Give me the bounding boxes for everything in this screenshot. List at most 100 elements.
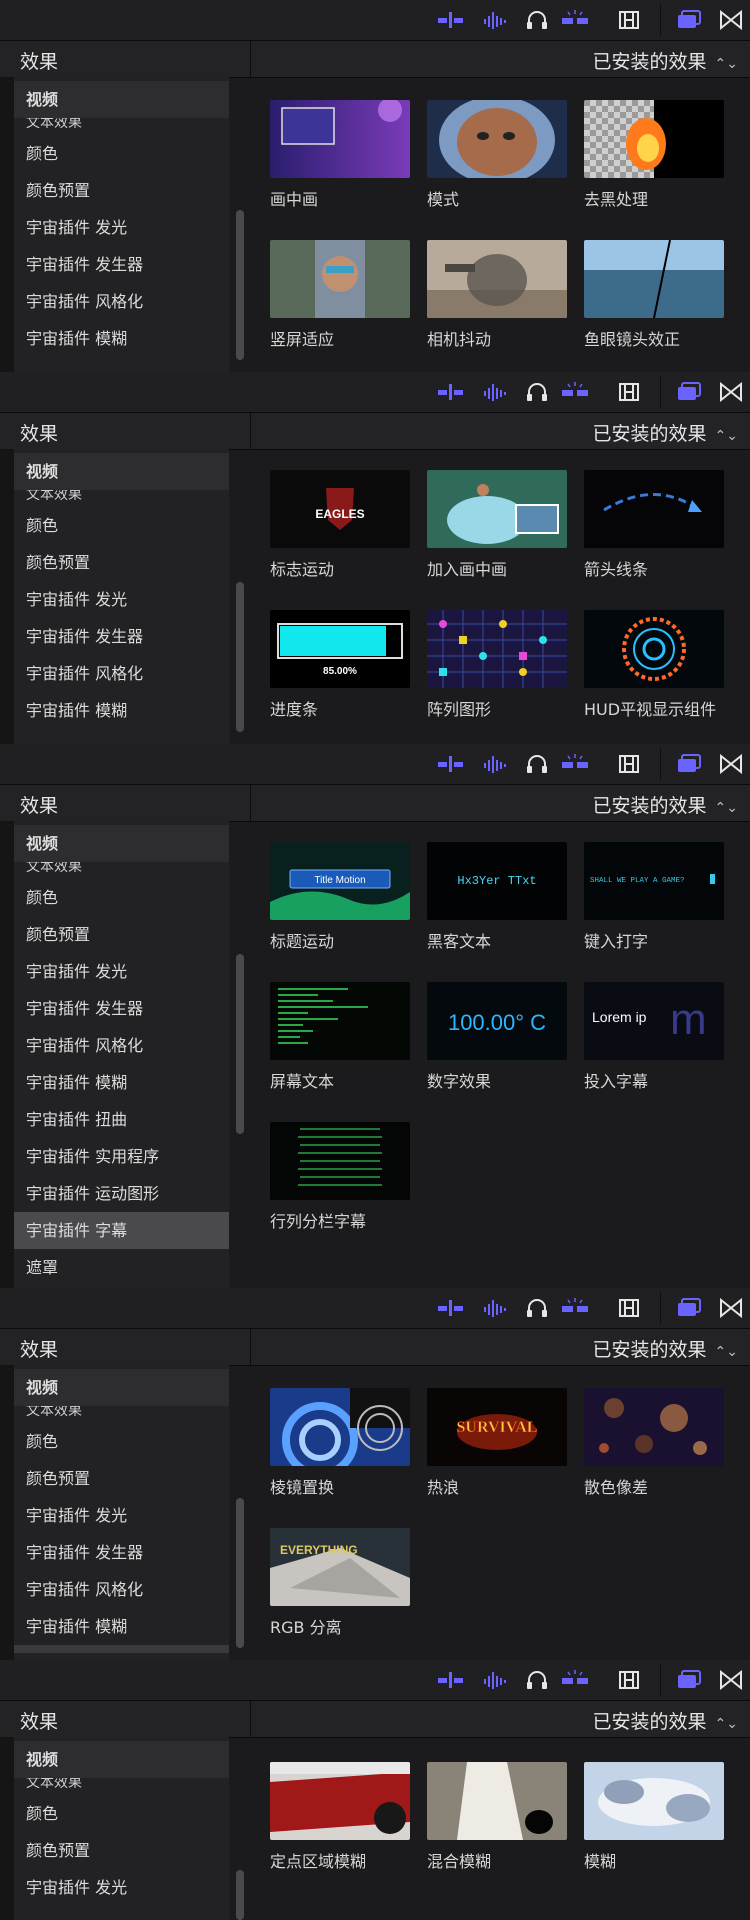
sidebar-scrollbar[interactable] bbox=[236, 954, 244, 1134]
effect-tile[interactable]: 去黑处理 bbox=[584, 100, 726, 210]
effects-filter-select[interactable]: 已安装的效果 ⌃⌄ bbox=[593, 47, 738, 74]
sidebar-item-glow[interactable]: 宇宙插件 发光 bbox=[14, 1869, 229, 1906]
effect-tile[interactable]: 模式 bbox=[427, 100, 569, 210]
effect-tile[interactable]: Title Motion 标题运动 bbox=[270, 842, 412, 952]
sidebar-item-color[interactable]: 颜色 bbox=[14, 1423, 229, 1460]
sidebar-item-video[interactable]: 视频 bbox=[14, 1369, 229, 1406]
effect-tile[interactable]: 100.00° C 数字效果 bbox=[427, 982, 569, 1092]
sidebar-item-generator[interactable]: 宇宙插件 发生器 bbox=[14, 1534, 229, 1571]
sidebar-item-blur[interactable]: 宇宙插件 模糊 bbox=[14, 1064, 229, 1101]
sidebar-item-stylize[interactable]: 宇宙插件 风格化 bbox=[14, 1027, 229, 1064]
audio-meter-icon[interactable] bbox=[438, 1670, 464, 1690]
sidebar-item-video[interactable]: 视频 bbox=[14, 825, 229, 862]
sidebar-item-text-effects[interactable]: 文本效果 bbox=[26, 1406, 82, 1416]
sidebar-item-stylize[interactable]: 宇宙插件 风格化 bbox=[14, 655, 229, 692]
transitions-icon[interactable] bbox=[718, 753, 744, 775]
effect-tile[interactable]: 鱼眼镜头效正 bbox=[584, 240, 726, 350]
sidebar-item-partial[interactable] bbox=[14, 1645, 229, 1653]
snapping-icon[interactable] bbox=[562, 754, 588, 774]
effects-filter-select[interactable]: 已安装的效果 ⌃⌄ bbox=[593, 1707, 738, 1734]
browser-toggle-icon[interactable] bbox=[676, 382, 702, 402]
headphones-icon[interactable] bbox=[524, 1670, 550, 1690]
audio-meter-icon[interactable] bbox=[438, 1298, 464, 1318]
sidebar-item-video[interactable]: 视频 bbox=[14, 1741, 229, 1778]
sidebar-item-blur[interactable]: 宇宙插件 模糊 bbox=[14, 1608, 229, 1645]
sidebar-item-color[interactable]: 颜色 bbox=[14, 507, 229, 544]
sidebar-item-color[interactable]: 颜色 bbox=[14, 1795, 229, 1832]
effect-tile[interactable]: 阵列图形 bbox=[427, 610, 569, 720]
effects-filter-select[interactable]: 已安装的效果 ⌃⌄ bbox=[593, 419, 738, 446]
effect-tile[interactable]: EVERYTHING RGB 分离 bbox=[270, 1528, 412, 1638]
sidebar-item-generator[interactable]: 宇宙插件 发生器 bbox=[14, 246, 229, 283]
snapping-icon[interactable] bbox=[562, 10, 588, 30]
sidebar-item-color[interactable]: 颜色 bbox=[14, 879, 229, 916]
sidebar-item-blur[interactable]: 宇宙插件 模糊 bbox=[14, 320, 229, 357]
audio-meter-icon[interactable] bbox=[438, 382, 464, 402]
effect-tile[interactable]: 散色像差 bbox=[584, 1388, 726, 1498]
film-icon[interactable] bbox=[616, 10, 642, 30]
sidebar-scrollbar[interactable] bbox=[236, 1870, 244, 1920]
waveform-icon[interactable] bbox=[482, 1298, 508, 1318]
headphones-icon[interactable] bbox=[524, 754, 550, 774]
film-icon[interactable] bbox=[616, 754, 642, 774]
effect-tile[interactable]: 模糊 bbox=[584, 1762, 726, 1872]
sidebar-item-color-presets[interactable]: 颜色预置 bbox=[14, 916, 229, 953]
sidebar-item-text-effects[interactable]: 文本效果 bbox=[26, 1778, 82, 1788]
sidebar-scrollbar[interactable] bbox=[236, 1498, 244, 1648]
effect-tile[interactable]: HUD平视显示组件 bbox=[584, 610, 726, 720]
effects-filter-select[interactable]: 已安装的效果 ⌃⌄ bbox=[593, 791, 738, 818]
sidebar-item-generator[interactable]: 宇宙插件 发生器 bbox=[14, 618, 229, 655]
transitions-icon[interactable] bbox=[718, 1669, 744, 1691]
browser-toggle-icon[interactable] bbox=[676, 754, 702, 774]
browser-toggle-icon[interactable] bbox=[676, 10, 702, 30]
sidebar-item-glow[interactable]: 宇宙插件 发光 bbox=[14, 581, 229, 618]
effect-tile[interactable]: EAGLES 标志运动 bbox=[270, 470, 412, 580]
sidebar-item-mask[interactable]: 遮罩 bbox=[14, 1249, 229, 1286]
sidebar-item-color-presets[interactable]: 颜色预置 bbox=[14, 172, 229, 209]
effect-tile[interactable]: 混合模糊 bbox=[427, 1762, 569, 1872]
effect-tile[interactable]: 箭头线条 bbox=[584, 470, 726, 580]
browser-toggle-icon[interactable] bbox=[676, 1670, 702, 1690]
effect-tile[interactable]: 画中画 bbox=[270, 100, 412, 210]
film-icon[interactable] bbox=[616, 382, 642, 402]
film-icon[interactable] bbox=[616, 1298, 642, 1318]
sidebar-item-motion-graphics[interactable]: 宇宙插件 运动图形 bbox=[14, 1175, 229, 1212]
transitions-icon[interactable] bbox=[718, 9, 744, 31]
sidebar-item-utilities[interactable]: 宇宙插件 实用程序 bbox=[14, 1138, 229, 1175]
transitions-icon[interactable] bbox=[718, 1297, 744, 1319]
snapping-icon[interactable] bbox=[562, 1670, 588, 1690]
effect-tile[interactable]: m Lorem ip 投入字幕 bbox=[584, 982, 726, 1092]
effect-tile[interactable]: 竖屏适应 bbox=[270, 240, 412, 350]
sidebar-item-text-effects[interactable]: 文本效果 bbox=[26, 862, 82, 872]
waveform-icon[interactable] bbox=[482, 754, 508, 774]
waveform-icon[interactable] bbox=[482, 1670, 508, 1690]
sidebar-item-text-effects[interactable]: 文本效果 bbox=[26, 490, 82, 500]
effect-tile[interactable]: 棱镜置换 bbox=[270, 1388, 412, 1498]
effect-tile[interactable]: 85.00% 进度条 bbox=[270, 610, 412, 720]
waveform-icon[interactable] bbox=[482, 382, 508, 402]
transitions-icon[interactable] bbox=[718, 381, 744, 403]
sidebar-item-stylize[interactable]: 宇宙插件 风格化 bbox=[14, 1571, 229, 1608]
sidebar-item-video[interactable]: 视频 bbox=[14, 81, 229, 118]
effect-tile[interactable]: 屏幕文本 bbox=[270, 982, 412, 1092]
sidebar-scrollbar[interactable] bbox=[236, 582, 244, 732]
sidebar-item-video[interactable]: 视频 bbox=[14, 453, 229, 490]
sidebar-item-color[interactable]: 颜色 bbox=[14, 135, 229, 172]
effect-tile[interactable]: 相机抖动 bbox=[427, 240, 569, 350]
sidebar-item-glow[interactable]: 宇宙插件 发光 bbox=[14, 953, 229, 990]
waveform-icon[interactable] bbox=[482, 10, 508, 30]
effect-tile[interactable]: 加入画中画 bbox=[427, 470, 569, 580]
sidebar-item-color-presets[interactable]: 颜色预置 bbox=[14, 1832, 229, 1869]
snapping-icon[interactable] bbox=[562, 382, 588, 402]
effect-tile[interactable]: 定点区域模糊 bbox=[270, 1762, 412, 1872]
headphones-icon[interactable] bbox=[524, 10, 550, 30]
headphones-icon[interactable] bbox=[524, 1298, 550, 1318]
effect-tile[interactable]: 行列分栏字幕 bbox=[270, 1122, 412, 1232]
film-icon[interactable] bbox=[616, 1670, 642, 1690]
audio-meter-icon[interactable] bbox=[438, 754, 464, 774]
sidebar-item-stylize[interactable]: 宇宙插件 风格化 bbox=[14, 283, 229, 320]
sidebar-item-generator[interactable]: 宇宙插件 发生器 bbox=[14, 990, 229, 1027]
sidebar-item-color-presets[interactable]: 颜色预置 bbox=[14, 544, 229, 581]
headphones-icon[interactable] bbox=[524, 382, 550, 402]
effect-tile[interactable]: SURVIVAL 热浪 bbox=[427, 1388, 569, 1498]
